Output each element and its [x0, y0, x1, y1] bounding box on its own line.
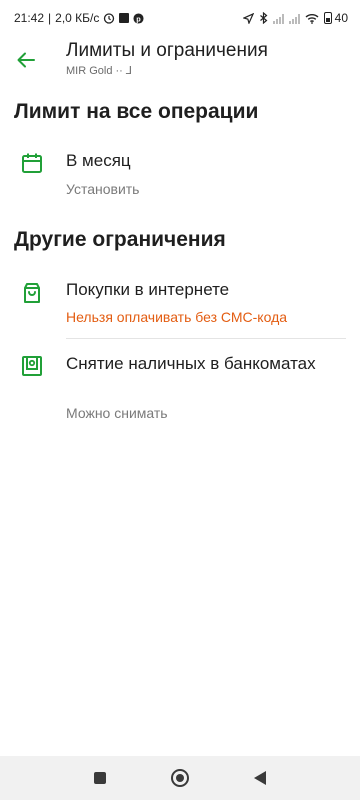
wifi-icon — [305, 13, 319, 24]
signal-icon-2 — [288, 13, 300, 24]
calendar-icon — [22, 153, 42, 173]
app-bar: Лимиты и ограничения MIR Gold ·· ⅃ — [0, 36, 360, 88]
cash-withdrawal-title: Снятие наличных в банкоматах — [66, 354, 316, 373]
arrow-left-icon — [17, 52, 35, 68]
section-heading-limits: Лимит на все операции — [14, 100, 259, 123]
card-name: MIR Gold ·· ⅃ — [66, 65, 133, 77]
battery-indicator: 40 — [323, 11, 348, 25]
location-icon — [242, 12, 254, 24]
row-divider — [66, 338, 346, 339]
status-time: 21:42 — [14, 11, 45, 25]
back-nav-button[interactable] — [240, 758, 280, 798]
circle-icon — [171, 769, 189, 787]
home-button[interactable] — [160, 758, 200, 798]
monthly-limit-action[interactable]: Установить — [66, 181, 139, 197]
cash-withdrawal-status: Можно снимать — [66, 405, 168, 421]
monthly-limit-title: В месяц — [66, 151, 131, 170]
system-nav-bar — [0, 756, 360, 800]
notification-square-icon — [119, 13, 130, 23]
alarm-icon — [104, 13, 115, 24]
section-heading-other: Другие ограничения — [14, 228, 226, 251]
status-bar: 21:42 | 2,0 КБ/с p 40 — [14, 11, 348, 25]
monthly-limit-row[interactable]: В месяц Установить — [0, 145, 360, 205]
bluetooth-icon — [259, 12, 268, 24]
online-purchases-title: Покупки в интернете — [66, 280, 230, 299]
battery-icon — [323, 12, 332, 24]
online-purchases-status: Нельзя оплачивать без СМС-кода — [66, 309, 288, 325]
pinterest-icon: p — [133, 12, 144, 24]
cash-withdrawal-row[interactable]: Снятие наличных в банкоматах Можно снима… — [0, 350, 360, 430]
battery-level: 40 — [334, 11, 348, 25]
online-purchases-row[interactable]: Покупки в интернете Нельзя оплачивать бе… — [0, 275, 360, 339]
status-net-speed: 2,0 КБ/с — [55, 11, 100, 25]
triangle-back-icon — [254, 771, 266, 785]
back-button[interactable] — [10, 44, 42, 76]
page-title: Лимиты и ограничения — [66, 40, 268, 61]
square-icon — [94, 772, 106, 784]
atm-icon — [22, 356, 42, 376]
signal-icon-1 — [272, 13, 284, 24]
recents-button[interactable] — [80, 758, 120, 798]
shopping-bag-icon — [24, 283, 40, 303]
svg-text:p: p — [137, 14, 142, 23]
